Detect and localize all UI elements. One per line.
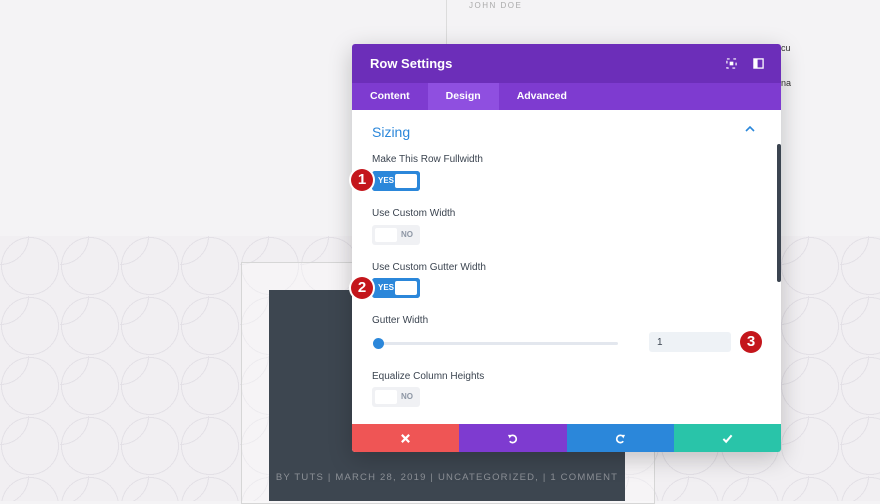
annotation-badge: 3 xyxy=(740,331,762,353)
save-button[interactable] xyxy=(673,424,781,452)
section-title-sizing[interactable]: Sizing xyxy=(372,124,410,140)
modal-header: Row Settings xyxy=(352,44,781,83)
cancel-button[interactable] xyxy=(352,424,460,452)
divider-line xyxy=(446,0,447,44)
toggle-knob xyxy=(395,281,417,295)
gutter-toggle-label: Use Custom Gutter Width xyxy=(372,262,486,273)
post-byline: BY TUTS | MARCH 28, 2019 | UNCATEGORIZED… xyxy=(275,472,619,483)
sidebar-layout-icon[interactable] xyxy=(753,58,764,69)
author-name: JOHN DOE xyxy=(469,1,523,10)
fullwidth-toggle[interactable]: YES xyxy=(372,171,420,191)
row-settings-modal: Row Settings Content Design Advanced Siz… xyxy=(352,44,781,452)
toggle-state: NO xyxy=(401,392,413,401)
toggle-knob xyxy=(375,228,397,242)
annotation-badge: 1 xyxy=(351,169,373,191)
modal-body: Sizing Make This Row Fullwidth YES Use C… xyxy=(352,110,781,424)
toggle-knob xyxy=(375,390,397,404)
custom-width-label: Use Custom Width xyxy=(372,208,456,219)
equalize-label: Equalize Column Heights xyxy=(372,371,485,382)
custom-width-toggle[interactable]: NO xyxy=(372,225,420,245)
redo-button[interactable] xyxy=(566,424,674,452)
equalize-toggle[interactable]: NO xyxy=(372,387,420,407)
background-text-fragment: cu xyxy=(781,43,791,53)
modal-title: Row Settings xyxy=(370,56,453,71)
modal-footer xyxy=(352,424,781,452)
toggle-state: YES xyxy=(378,176,395,185)
tab-content[interactable]: Content xyxy=(352,83,428,110)
chevron-up-icon[interactable] xyxy=(745,126,755,132)
close-icon xyxy=(401,433,411,443)
tab-design[interactable]: Design xyxy=(427,83,499,110)
toggle-state: YES xyxy=(378,283,395,292)
scrollbar[interactable] xyxy=(777,144,781,282)
annotation-badge: 2 xyxy=(351,277,373,299)
fullwidth-label: Make This Row Fullwidth xyxy=(372,154,483,165)
slider-handle[interactable] xyxy=(372,338,384,349)
toggle-state: NO xyxy=(401,230,413,239)
check-icon xyxy=(722,434,733,443)
gutter-toggle[interactable]: YES xyxy=(372,278,420,298)
undo-button[interactable] xyxy=(459,424,567,452)
background-text-fragment: na xyxy=(781,78,792,88)
redo-icon xyxy=(615,433,625,443)
undo-icon xyxy=(508,433,518,443)
gutter-width-label: Gutter Width xyxy=(372,315,429,326)
gutter-width-input[interactable] xyxy=(649,332,731,352)
gutter-width-slider[interactable] xyxy=(378,342,618,345)
toggle-knob xyxy=(395,174,417,188)
tab-advanced[interactable]: Advanced xyxy=(499,83,585,110)
expand-icon[interactable] xyxy=(726,58,737,69)
tab-bar: Content Design Advanced xyxy=(352,83,781,110)
